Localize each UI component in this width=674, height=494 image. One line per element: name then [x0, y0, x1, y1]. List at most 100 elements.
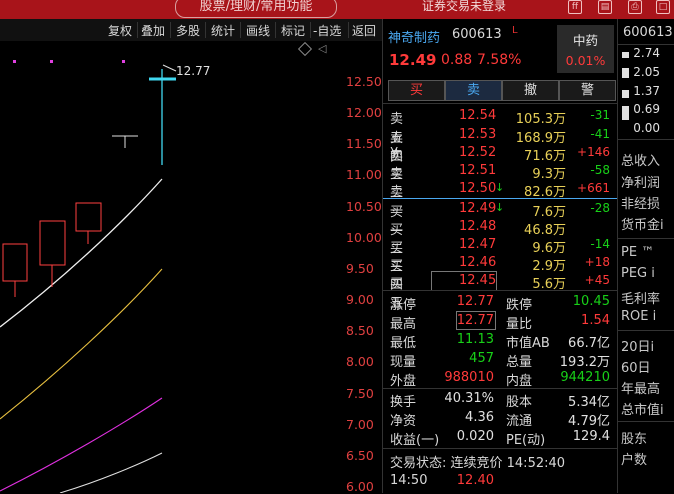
stat-label: 最低 [390, 336, 417, 351]
toolbar-draw-line-button[interactable]: 画线 [246, 22, 270, 39]
ask-price: 12.52 [459, 145, 497, 160]
far-right-value: 1.37 [633, 84, 660, 98]
stock-mark: L [512, 25, 518, 36]
bid-price: 12.48 [459, 219, 497, 234]
ask-volume: 105.3万 [515, 112, 566, 127]
axis-tick: 11.00 [346, 167, 382, 182]
divider [618, 44, 674, 45]
stat-label: 量比 [506, 317, 533, 332]
print-icon[interactable]: ⎙ [628, 0, 642, 14]
stat-label: 净资 [390, 414, 417, 429]
bid-change: +18 [584, 255, 610, 269]
low-value: 11.13 [456, 332, 494, 347]
axis-tick: 12.50 [346, 74, 382, 89]
limit-down-value: 10.45 [572, 294, 610, 309]
ask-price: 12.54 [459, 108, 497, 123]
stat-label: 外盘 [390, 374, 417, 389]
inner-volume-value: 944210 [560, 370, 610, 385]
toolbar-divider [205, 22, 206, 38]
buy-button[interactable]: 买 [388, 80, 445, 101]
net-assets-value: 4.36 [465, 410, 494, 425]
far-right-value: 2.74 [633, 46, 660, 60]
sector-name: 中药 [572, 33, 598, 48]
far-right-label: 户数 [621, 453, 648, 468]
axis-tick: 9.50 [346, 261, 374, 276]
toolbar-stats-button[interactable]: 统计 [211, 22, 235, 39]
signal-dot [50, 60, 53, 63]
ask-price: 12.53 [459, 127, 497, 142]
signal-dot [13, 60, 16, 63]
far-right-label: PEG i [621, 266, 655, 281]
far-right-value: 0.69 [633, 102, 660, 116]
high-price-label: 12.77 [176, 64, 210, 78]
divider [383, 290, 617, 291]
bid-change: -28 [590, 201, 610, 215]
ask-change: +146 [577, 145, 610, 159]
stat-label: PE(动) [506, 433, 546, 448]
toolbar-remove-favorite-button[interactable]: -自选 [313, 22, 341, 39]
panel-divider [382, 19, 383, 493]
triangle-icon[interactable]: ◁ [318, 42, 326, 55]
trade-login-status[interactable]: 证券交易未登录 [422, 0, 506, 14]
cancel-order-button[interactable]: 撤 [502, 80, 559, 101]
ask-change: -58 [590, 163, 610, 177]
axis-tick: 7.00 [346, 417, 374, 432]
far-right-label: 20日i [621, 340, 655, 355]
bid-volume: 9.6万 [532, 241, 566, 256]
ask-volume: 71.6万 [524, 149, 566, 164]
toolbar-divider [137, 22, 138, 38]
alert-button[interactable]: 警 [559, 80, 616, 101]
search-input[interactable]: 股票/理财/常用功能 [175, 0, 337, 18]
toolbar-restore-rights-button[interactable]: 复权 [108, 22, 132, 39]
divider [383, 388, 617, 389]
stats-icon[interactable]: ▤ [598, 0, 612, 14]
toolbar-mark-button[interactable]: 标记 [281, 22, 305, 39]
toolbar-multi-stock-button[interactable]: 多股 [176, 22, 200, 39]
market-cap-value: 66.7亿 [568, 336, 610, 351]
bid-change: +45 [584, 273, 610, 287]
sell-button[interactable]: 卖 [445, 80, 502, 101]
high-marker [162, 64, 177, 72]
price-change: 0.88 [441, 52, 473, 68]
far-right-value: 2.05 [633, 65, 660, 79]
total-volume-value: 193.2万 [559, 355, 610, 370]
ff-icon[interactable]: ff [568, 0, 582, 14]
toolbar-overlay-button[interactable]: 叠加 [141, 22, 165, 39]
axis-tick: 10.00 [346, 230, 382, 245]
divider [383, 448, 617, 449]
far-right-label: 货币金i [621, 218, 664, 233]
axis-tick: 12.00 [346, 105, 382, 120]
ask-price: 12.51 [459, 163, 497, 178]
ask-price: 12.50 [459, 181, 497, 196]
kline-chart[interactable]: 12.77 [0, 41, 340, 493]
window-icon[interactable]: □ [656, 0, 670, 14]
toolbar-back-button[interactable]: 返回 [352, 22, 376, 39]
stat-label: 股本 [506, 395, 533, 410]
candle [39, 220, 66, 266]
stat-label: 市值AB [506, 336, 550, 351]
stat-label: 跌停 [506, 298, 533, 313]
outer-volume-value: 988010 [444, 370, 494, 385]
far-right-label: 总市值i [621, 403, 664, 418]
bid-ask-divider [383, 198, 617, 199]
stat-label: 换手 [390, 395, 417, 410]
limit-up-value: 12.77 [456, 294, 494, 309]
toolbar-divider [348, 22, 349, 38]
divider [618, 330, 674, 331]
share-capital-value: 5.34亿 [568, 395, 610, 410]
ma60-line [59, 452, 163, 493]
axis-tick: 9.00 [346, 292, 374, 307]
mini-bar [622, 90, 629, 98]
turnover-value: 40.31% [444, 391, 494, 406]
stat-label: 总量 [506, 355, 533, 370]
divider [618, 421, 674, 422]
mini-bar [622, 68, 629, 78]
ma10-line [0, 268, 163, 420]
bid-price: 12.49 [459, 201, 497, 216]
sector-change-pct: 0.01% [565, 53, 606, 68]
bid-change: -14 [590, 237, 610, 251]
far-right-label: 毛利率 [621, 292, 661, 307]
far-right-label: PE ™ [621, 245, 655, 260]
divider [618, 139, 674, 140]
bid-price: 12.45 [459, 273, 497, 288]
